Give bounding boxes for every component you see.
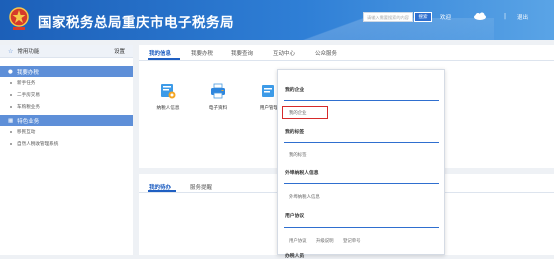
dropdown-group-title: 我的标签 [285, 130, 305, 135]
tab-interaction[interactable]: 互动中心 [273, 49, 295, 57]
dropdown-group-title: 我的企业 [285, 88, 305, 93]
sidebar-item-label: 自然人税收管理系统 [17, 142, 59, 147]
dropdown-divider [284, 142, 439, 143]
sidebar-header: ☆ 常用功能 设置 [0, 45, 133, 58]
sidebar-item[interactable]: 移民互动 [0, 126, 133, 138]
main-tabs: 我的信息 我要办税 我要查询 互动中心 公众服务 [139, 45, 554, 61]
sidebar-header-label: 常用功能 [17, 49, 40, 55]
user-dropdown-menu: 我的企业 我的企业 我的标签 我的标签 外埠纳税人信息 外埠纳税人信息 用户协议… [277, 69, 445, 259]
tax-emblem-icon [9, 7, 29, 30]
user-manage-icon [262, 85, 274, 97]
search-input[interactable]: 请输入需要搜索的内容 [363, 12, 413, 22]
dropdown-divider [284, 100, 439, 101]
top-banner: 国家税务总局重庆市电子税务局 请输入需要搜索的内容 搜索 欢迎 | 退出 [0, 0, 554, 40]
tab-public[interactable]: 公众服务 [315, 49, 337, 57]
sidebar: ☆ 常用功能 设置 ● 我要办税 新手任务 二手房交易 车购税业务 ▦ 特色业务… [0, 45, 133, 255]
tab-my-info[interactable]: 我的信息 [149, 49, 171, 57]
dropdown-divider [284, 183, 439, 184]
logout-link[interactable]: 退出 [517, 13, 528, 21]
sidebar-item[interactable]: 车购税业务 [0, 101, 133, 113]
dropdown-item-registration-no[interactable]: 登记单号 [343, 238, 361, 244]
taxpayer-info-icon [161, 84, 176, 99]
bullet-icon [10, 82, 12, 84]
sidebar-item-label: 移民互动 [17, 130, 36, 135]
sidebar-item-label: 二手房交易 [17, 93, 40, 98]
dropdown-group-title: 外埠纳税人信息 [285, 171, 319, 176]
dropdown-group-title: 用户协议 [285, 214, 305, 219]
bullet-icon [10, 143, 12, 145]
sidebar-item-label: 新手任务 [17, 81, 36, 86]
tile-label: 纳税人信息 [156, 106, 180, 111]
tile-taxpayer-info[interactable]: 纳税人信息 [151, 83, 185, 111]
dropdown-item-upgrade-notes[interactable]: 升级说明 [316, 238, 334, 244]
bullet-icon [10, 106, 12, 108]
cloud-icon [474, 12, 486, 20]
active-tab-indicator [148, 58, 180, 60]
bullet-icon [10, 131, 12, 133]
bullet-icon [10, 94, 12, 96]
sidebar-item[interactable]: 二手房交易 [0, 89, 133, 101]
sidebar-section-label: 我要办税 [16, 69, 39, 76]
tab-service-reminder[interactable]: 服务提醒 [190, 183, 212, 191]
sidebar-item[interactable]: 新手任务 [0, 77, 133, 89]
star-icon: ☆ [8, 47, 14, 55]
sidebar-item[interactable]: 自然人税收管理系统 [0, 138, 133, 150]
header-separator: | [504, 13, 507, 20]
circle-icon: ● [8, 68, 13, 75]
sidebar-item-label: 车购税业务 [17, 105, 40, 110]
sidebar-section-tax[interactable]: ● 我要办税 [0, 66, 133, 77]
welcome-text: 欢迎 [440, 15, 452, 21]
printer-icon [211, 83, 225, 99]
dropdown-group-title: 办税人员 [285, 254, 305, 259]
tab-tax[interactable]: 我要办税 [191, 49, 213, 57]
tile-label: 电子资料 [208, 106, 228, 111]
highlight-box [282, 106, 328, 119]
dropdown-item-external-taxpayer[interactable]: 外埠纳税人信息 [289, 194, 320, 200]
sidebar-section-special[interactable]: ▦ 特色业务 [0, 115, 133, 126]
settings-link[interactable]: 设置 [114, 47, 125, 55]
active-tab-indicator [148, 190, 176, 192]
site-title: 国家税务总局重庆市电子税务局 [38, 15, 234, 31]
tile-electronic-docs[interactable]: 电子资料 [201, 83, 235, 111]
grid-icon: ▦ [8, 117, 14, 124]
tab-query[interactable]: 我要查询 [231, 49, 253, 57]
sidebar-section-label: 特色业务 [17, 118, 40, 125]
dropdown-item-user-agreement[interactable]: 用户协议 [289, 238, 307, 244]
search-button[interactable]: 搜索 [414, 12, 432, 22]
dropdown-divider [284, 227, 439, 228]
dropdown-item-my-tags[interactable]: 我的标签 [289, 152, 307, 158]
